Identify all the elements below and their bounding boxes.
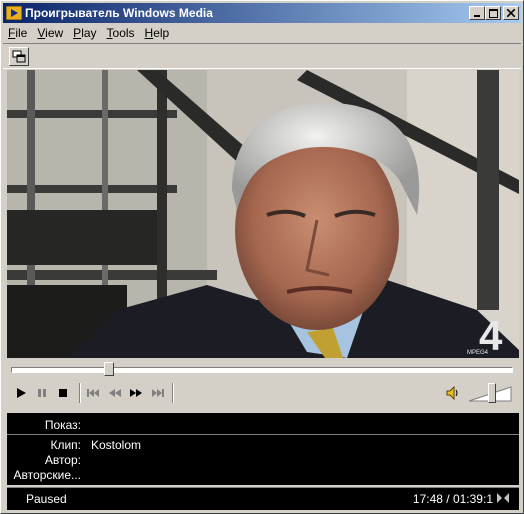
playback-state: Paused bbox=[26, 492, 67, 506]
skip-back-icon bbox=[87, 389, 99, 397]
maximize-icon bbox=[488, 8, 498, 18]
resize-grip-icon[interactable] bbox=[495, 490, 511, 506]
menu-tools[interactable]: Tools bbox=[102, 26, 140, 40]
media-player-icon bbox=[6, 5, 22, 21]
toolbar bbox=[3, 43, 521, 69]
video-frame: 4 MPEG4 bbox=[7, 70, 519, 358]
watermark-label: MPEG4 bbox=[467, 350, 489, 356]
clip-label: Клип: bbox=[50, 438, 81, 452]
menu-file[interactable]: File bbox=[3, 26, 32, 40]
minimize-icon bbox=[474, 15, 480, 17]
compact-mode-button[interactable] bbox=[9, 47, 29, 66]
fast-forward-button[interactable] bbox=[126, 383, 146, 403]
rewind-icon bbox=[109, 389, 121, 397]
next-button[interactable] bbox=[148, 383, 168, 403]
clip-row: Клип: Kostolom bbox=[7, 438, 519, 453]
speaker-icon bbox=[446, 386, 458, 400]
player-window: Проигрыватель Windows Media File View Pl… bbox=[0, 0, 524, 514]
menu-bar: File View Play Tools Help bbox=[3, 24, 521, 42]
menu-help-label: elp bbox=[153, 26, 170, 40]
menu-help-accel: H bbox=[144, 26, 154, 40]
time-readout: 17:48 / 01:39:1 bbox=[412, 492, 493, 506]
author-row: Автор: bbox=[7, 453, 519, 468]
video-display[interactable]: 4 MPEG4 bbox=[7, 70, 519, 358]
menu-tools-label: ools bbox=[112, 26, 135, 40]
clip-info-panel: Показ: Клип: Kostolom Автор: Авторские..… bbox=[7, 413, 519, 485]
stop-icon bbox=[59, 389, 67, 397]
info-divider bbox=[7, 434, 519, 435]
menu-play-label: lay bbox=[81, 26, 97, 40]
seek-track[interactable] bbox=[11, 367, 513, 373]
copyright-row: Авторские... bbox=[7, 468, 519, 483]
menu-view[interactable]: View bbox=[32, 26, 68, 40]
volume-thumb[interactable] bbox=[488, 383, 496, 403]
minimize-button[interactable] bbox=[469, 6, 485, 20]
menu-view-accel: V bbox=[37, 26, 46, 40]
copyright-label: Авторские... bbox=[13, 468, 81, 482]
seek-bar[interactable] bbox=[7, 361, 519, 377]
stop-button[interactable] bbox=[53, 383, 73, 403]
play-icon bbox=[17, 388, 26, 398]
fast-forward-icon bbox=[130, 389, 142, 397]
maximize-button[interactable] bbox=[485, 6, 501, 20]
transport-controls bbox=[7, 379, 519, 407]
menu-help[interactable]: Help bbox=[140, 26, 175, 40]
seek-thumb[interactable] bbox=[104, 362, 114, 376]
menu-play[interactable]: Play bbox=[68, 26, 101, 40]
control-divider bbox=[172, 383, 174, 403]
switch-mode-icon bbox=[12, 50, 26, 63]
title-bar[interactable]: Проигрыватель Windows Media bbox=[3, 3, 521, 23]
control-divider bbox=[79, 383, 81, 403]
show-label: Показ: bbox=[44, 418, 81, 432]
status-bar: Paused 17:48 / 01:39:1 bbox=[7, 487, 519, 510]
pause-icon bbox=[38, 389, 46, 397]
clip-value: Kostolom bbox=[91, 438, 142, 452]
volume-slider[interactable] bbox=[467, 381, 513, 405]
close-button[interactable] bbox=[503, 6, 519, 20]
skip-forward-icon bbox=[152, 389, 164, 397]
pause-button[interactable] bbox=[32, 383, 52, 403]
author-label: Автор: bbox=[44, 453, 81, 467]
menu-view-label: iew bbox=[45, 26, 64, 40]
mute-button[interactable] bbox=[443, 383, 463, 403]
menu-play-accel: P bbox=[73, 26, 82, 40]
close-icon bbox=[507, 9, 515, 17]
menu-file-label: ile bbox=[15, 26, 28, 40]
rewind-button[interactable] bbox=[105, 383, 125, 403]
previous-button[interactable] bbox=[83, 383, 103, 403]
play-button[interactable] bbox=[11, 383, 31, 403]
window-title: Проигрыватель Windows Media bbox=[25, 6, 213, 20]
show-row: Показ: bbox=[7, 418, 519, 433]
